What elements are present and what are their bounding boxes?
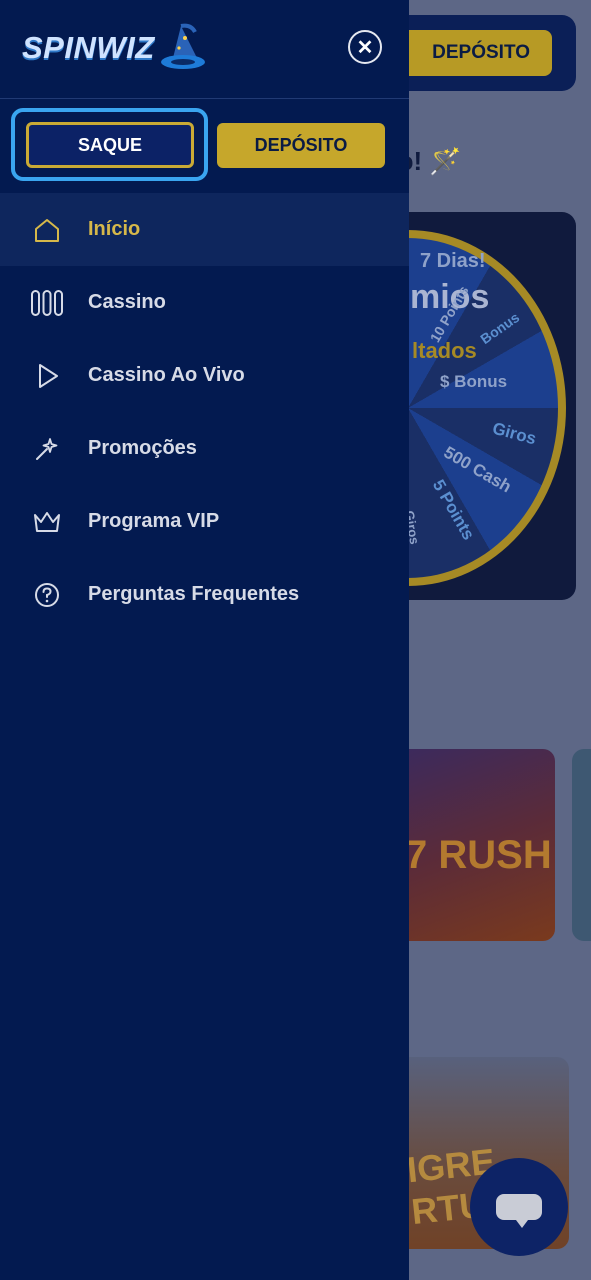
menu-item-inicio[interactable]: Início [0,193,409,266]
wizard-hat-icon [160,23,205,69]
wheel-label: $ Bonus [440,372,508,391]
menu-item-label: Perguntas Frequentes [88,583,300,605]
help-circle-icon [31,579,63,611]
close-icon: ✕ [356,36,374,59]
promo-top-text: 7 Dias! [420,250,486,272]
menu-item-cassino-ao-vivo[interactable]: Cassino Ao Vivo [0,339,409,412]
crown-icon [31,506,63,538]
game-card-title: 7 RUSH [405,832,552,877]
game-card-partial [572,749,591,941]
magic-wand-icon [31,433,63,465]
reels-icon [31,287,63,319]
spinwiz-logo[interactable]: SPINWIZ [22,22,205,74]
play-icon [31,360,63,392]
menu-item-promocoes[interactable]: Promoções [0,412,409,485]
drawer-menu: Início Cassino Cassino Ao Vivo Promoções… [0,193,409,631]
menu-item-programa-vip[interactable]: Programa VIP [0,485,409,558]
background-deposit-button: DEPÓSITO [390,30,552,76]
menu-item-label: Promoções [88,437,197,459]
game-card-rush: 7 RUSH [395,749,555,941]
menu-item-cassino[interactable]: Cassino [0,266,409,339]
menu-item-label: Cassino Ao Vivo [88,364,245,386]
drawer-header: SPINWIZ ✕ [0,0,409,99]
menu-item-label: Início [88,218,141,240]
logo-text: SPINWIZ [22,30,155,65]
menu-item-label: Programa VIP [88,510,220,532]
saque-button[interactable]: SAQUE [26,122,194,168]
home-icon [31,214,63,246]
menu-item-perguntas-frequentes[interactable]: Perguntas Frequentes [0,558,409,631]
menu-item-label: Cassino [88,291,166,313]
chat-button[interactable] [470,1158,568,1256]
side-drawer: SPINWIZ ✕ SAQUE DEPÓSITO Início Cassino … [0,0,409,1280]
chat-bubble-icon [496,1194,542,1228]
deposito-button[interactable]: DEPÓSITO [217,123,385,168]
close-drawer-button[interactable]: ✕ [348,30,382,64]
promo-line2: ltados [412,338,477,363]
